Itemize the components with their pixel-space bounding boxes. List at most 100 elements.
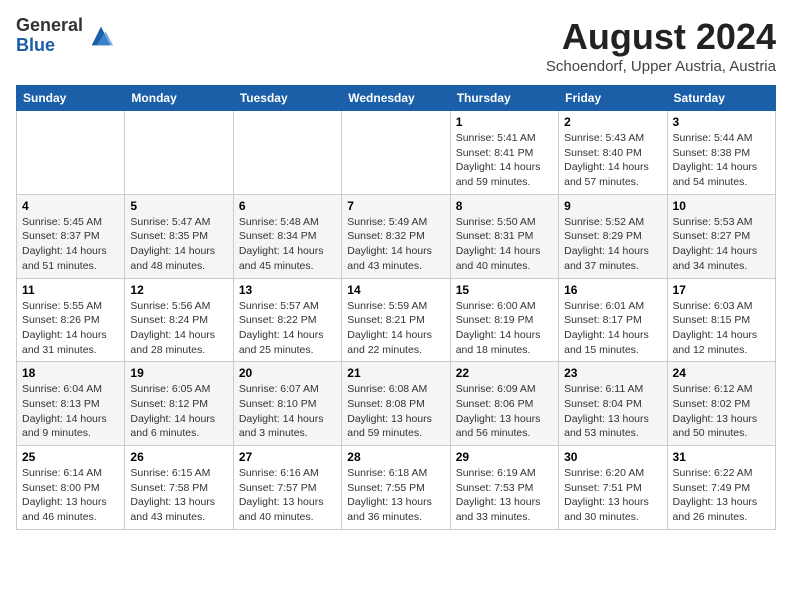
calendar-week-row: 11Sunrise: 5:55 AMSunset: 8:26 PMDayligh… <box>17 278 776 362</box>
logo-general-text: General <box>16 16 83 36</box>
day-info: Sunrise: 6:14 AMSunset: 8:00 PMDaylight:… <box>22 466 119 525</box>
day-info: Sunrise: 6:22 AMSunset: 7:49 PMDaylight:… <box>673 466 770 525</box>
day-number: 14 <box>347 283 444 297</box>
day-info: Sunrise: 6:16 AMSunset: 7:57 PMDaylight:… <box>239 466 336 525</box>
day-number: 16 <box>564 283 661 297</box>
day-info: Sunrise: 6:11 AMSunset: 8:04 PMDaylight:… <box>564 382 661 441</box>
day-info: Sunrise: 6:07 AMSunset: 8:10 PMDaylight:… <box>239 382 336 441</box>
day-info: Sunrise: 5:48 AMSunset: 8:34 PMDaylight:… <box>239 215 336 274</box>
calendar-week-row: 18 Sunrise: 6:04 AMSunset: 8:13 PMDayligh… <box>17 362 776 446</box>
calendar-cell: 28 Sunrise: 6:18 AMSunset: 7:55 PMDayligh… <box>342 446 450 530</box>
calendar-cell <box>342 111 450 195</box>
day-info: Sunrise: 6:08 AMSunset: 8:08 PMDaylight:… <box>347 382 444 441</box>
page-header: General Blue August 2024 Schoendorf, Upp… <box>16 16 776 75</box>
day-number: 9 <box>564 199 661 213</box>
calendar-cell: 31 Sunrise: 6:22 AMSunset: 7:49 PMDayligh… <box>667 446 775 530</box>
day-info: Sunrise: 5:49 AMSunset: 8:32 PMDaylight:… <box>347 215 444 274</box>
calendar-cell: 8 Sunrise: 5:50 AMSunset: 8:31 PMDaylight… <box>450 194 558 278</box>
logo-icon <box>87 22 115 50</box>
day-info: Sunrise: 6:18 AMSunset: 7:55 PMDaylight:… <box>347 466 444 525</box>
day-number: 4 <box>22 199 119 213</box>
calendar-cell: 1 Sunrise: 5:41 AMSunset: 8:41 PMDaylight… <box>450 111 558 195</box>
calendar-body: 1 Sunrise: 5:41 AMSunset: 8:41 PMDaylight… <box>17 111 776 530</box>
calendar-cell: 13Sunrise: 5:57 AMSunset: 8:22 PMDayligh… <box>233 278 341 362</box>
calendar-cell: 29 Sunrise: 6:19 AMSunset: 7:53 PMDayligh… <box>450 446 558 530</box>
calendar-week-row: 25 Sunrise: 6:14 AMSunset: 8:00 PMDayligh… <box>17 446 776 530</box>
day-number: 2 <box>564 115 661 129</box>
day-info: Sunrise: 5:45 AMSunset: 8:37 PMDaylight:… <box>22 215 119 274</box>
day-number: 29 <box>456 450 553 464</box>
calendar-cell: 4 Sunrise: 5:45 AMSunset: 8:37 PMDaylight… <box>17 194 125 278</box>
calendar-week-row: 1 Sunrise: 5:41 AMSunset: 8:41 PMDaylight… <box>17 111 776 195</box>
day-info: Sunrise: 5:43 AMSunset: 8:40 PMDaylight:… <box>564 131 661 190</box>
day-number: 7 <box>347 199 444 213</box>
calendar-cell: 7 Sunrise: 5:49 AMSunset: 8:32 PMDaylight… <box>342 194 450 278</box>
day-number: 28 <box>347 450 444 464</box>
month-title: August 2024 <box>546 16 776 58</box>
day-number: 8 <box>456 199 553 213</box>
weekday-header-row: SundayMondayTuesdayWednesdayThursdayFrid… <box>17 86 776 111</box>
calendar-cell: 19 Sunrise: 6:05 AMSunset: 8:12 PMDayligh… <box>125 362 233 446</box>
day-info: Sunrise: 6:01 AMSunset: 8:17 PMDaylight:… <box>564 299 661 358</box>
day-number: 3 <box>673 115 770 129</box>
day-number: 27 <box>239 450 336 464</box>
weekday-header-cell: Thursday <box>450 86 558 111</box>
location-title: Schoendorf, Upper Austria, Austria <box>546 58 776 75</box>
calendar-cell: 17Sunrise: 6:03 AMSunset: 8:15 PMDayligh… <box>667 278 775 362</box>
calendar-cell: 21 Sunrise: 6:08 AMSunset: 8:08 PMDayligh… <box>342 362 450 446</box>
day-number: 20 <box>239 366 336 380</box>
calendar-cell <box>17 111 125 195</box>
calendar-cell: 25 Sunrise: 6:14 AMSunset: 8:00 PMDayligh… <box>17 446 125 530</box>
weekday-header-cell: Tuesday <box>233 86 341 111</box>
weekday-header-cell: Wednesday <box>342 86 450 111</box>
weekday-header-cell: Sunday <box>17 86 125 111</box>
calendar-cell: 20 Sunrise: 6:07 AMSunset: 8:10 PMDayligh… <box>233 362 341 446</box>
calendar-cell: 24Sunrise: 6:12 AMSunset: 8:02 PMDayligh… <box>667 362 775 446</box>
day-number: 24 <box>673 366 770 380</box>
day-info: Sunrise: 5:59 AMSunset: 8:21 PMDaylight:… <box>347 299 444 358</box>
day-number: 30 <box>564 450 661 464</box>
calendar-cell: 3Sunrise: 5:44 AMSunset: 8:38 PMDaylight… <box>667 111 775 195</box>
calendar-cell: 30 Sunrise: 6:20 AMSunset: 7:51 PMDayligh… <box>559 446 667 530</box>
calendar-cell: 23 Sunrise: 6:11 AMSunset: 8:04 PMDayligh… <box>559 362 667 446</box>
calendar-cell: 16 Sunrise: 6:01 AMSunset: 8:17 PMDayligh… <box>559 278 667 362</box>
day-info: Sunrise: 6:20 AMSunset: 7:51 PMDaylight:… <box>564 466 661 525</box>
day-number: 17 <box>673 283 770 297</box>
calendar-cell <box>125 111 233 195</box>
day-number: 1 <box>456 115 553 129</box>
day-number: 19 <box>130 366 227 380</box>
calendar-cell: 2 Sunrise: 5:43 AMSunset: 8:40 PMDaylight… <box>559 111 667 195</box>
day-info: Sunrise: 6:09 AMSunset: 8:06 PMDaylight:… <box>456 382 553 441</box>
day-info: Sunrise: 6:04 AMSunset: 8:13 PMDaylight:… <box>22 382 119 441</box>
logo-blue-text: Blue <box>16 36 83 56</box>
day-info: Sunrise: 6:00 AMSunset: 8:19 PMDaylight:… <box>456 299 553 358</box>
calendar-cell: 11Sunrise: 5:55 AMSunset: 8:26 PMDayligh… <box>17 278 125 362</box>
calendar-cell: 10Sunrise: 5:53 AMSunset: 8:27 PMDayligh… <box>667 194 775 278</box>
calendar-cell: 26Sunrise: 6:15 AMSunset: 7:58 PMDayligh… <box>125 446 233 530</box>
day-number: 5 <box>130 199 227 213</box>
calendar-cell: 14 Sunrise: 5:59 AMSunset: 8:21 PMDayligh… <box>342 278 450 362</box>
weekday-header-cell: Monday <box>125 86 233 111</box>
day-info: Sunrise: 5:56 AMSunset: 8:24 PMDaylight:… <box>130 299 227 358</box>
day-number: 23 <box>564 366 661 380</box>
calendar-table: SundayMondayTuesdayWednesdayThursdayFrid… <box>16 85 776 530</box>
calendar-week-row: 4 Sunrise: 5:45 AMSunset: 8:37 PMDaylight… <box>17 194 776 278</box>
day-number: 31 <box>673 450 770 464</box>
day-info: Sunrise: 5:47 AMSunset: 8:35 PMDaylight:… <box>130 215 227 274</box>
day-number: 22 <box>456 366 553 380</box>
day-number: 18 <box>22 366 119 380</box>
day-info: Sunrise: 5:52 AMSunset: 8:29 PMDaylight:… <box>564 215 661 274</box>
day-info: Sunrise: 6:05 AMSunset: 8:12 PMDaylight:… <box>130 382 227 441</box>
day-info: Sunrise: 6:19 AMSunset: 7:53 PMDaylight:… <box>456 466 553 525</box>
day-info: Sunrise: 5:53 AMSunset: 8:27 PMDaylight:… <box>673 215 770 274</box>
calendar-cell: 22 Sunrise: 6:09 AMSunset: 8:06 PMDayligh… <box>450 362 558 446</box>
calendar-cell: 5 Sunrise: 5:47 AMSunset: 8:35 PMDaylight… <box>125 194 233 278</box>
day-number: 25 <box>22 450 119 464</box>
day-number: 21 <box>347 366 444 380</box>
day-info: Sunrise: 5:41 AMSunset: 8:41 PMDaylight:… <box>456 131 553 190</box>
weekday-header-cell: Friday <box>559 86 667 111</box>
day-info: Sunrise: 5:50 AMSunset: 8:31 PMDaylight:… <box>456 215 553 274</box>
day-number: 15 <box>456 283 553 297</box>
day-number: 12 <box>130 283 227 297</box>
title-block: August 2024 Schoendorf, Upper Austria, A… <box>546 16 776 75</box>
